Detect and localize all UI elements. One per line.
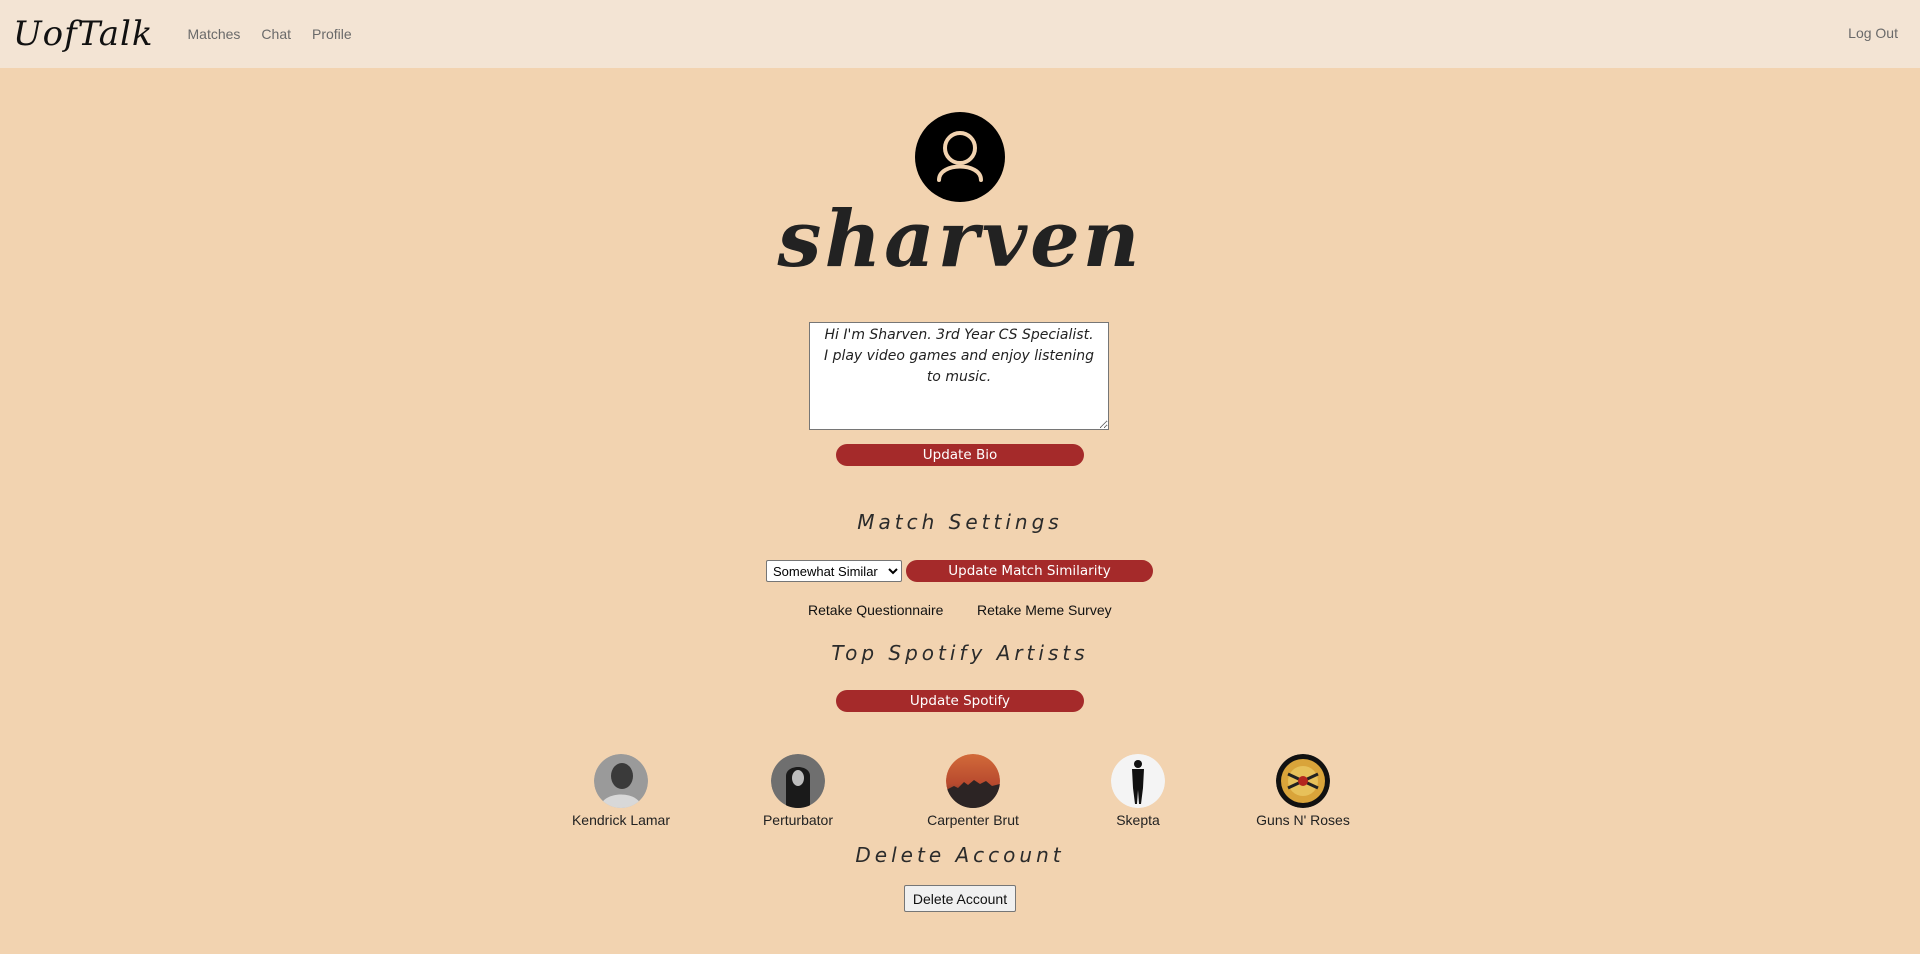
artist-name: Skepta bbox=[1116, 812, 1160, 828]
navbar: UofTalk Matches Chat Profile Log Out bbox=[0, 0, 1920, 68]
artist-card: Perturbator bbox=[728, 754, 868, 828]
artist-card: Skepta bbox=[1068, 754, 1208, 828]
match-settings-heading: Match Settings bbox=[857, 510, 1063, 534]
artist-photo bbox=[771, 754, 825, 808]
bio-textarea[interactable]: Hi I'm Sharven. 3rd Year CS Specialist. … bbox=[809, 322, 1109, 430]
artist-photo bbox=[1276, 754, 1330, 808]
artist-card: Kendrick Lamar bbox=[551, 754, 691, 828]
artist-name: Perturbator bbox=[762, 812, 834, 828]
similarity-select[interactable]: Somewhat Similar bbox=[766, 560, 902, 582]
delete-account-heading: Delete Account bbox=[855, 843, 1065, 867]
update-spotify-button[interactable]: Update Spotify bbox=[836, 690, 1084, 712]
update-bio-button[interactable]: Update Bio bbox=[836, 444, 1084, 466]
artist-photo bbox=[1111, 754, 1165, 808]
username-heading: sharven bbox=[777, 194, 1143, 285]
delete-account-button[interactable]: Delete Account bbox=[904, 885, 1016, 912]
logout-link[interactable]: Log Out bbox=[1848, 25, 1898, 41]
avatar bbox=[915, 112, 1005, 202]
spotify-heading: Top Spotify Artists bbox=[831, 641, 1089, 665]
artist-card: Carpenter Brut bbox=[903, 754, 1043, 828]
artist-name: Guns N' Roses bbox=[1256, 812, 1350, 828]
artist-name: Carpenter Brut bbox=[927, 812, 1019, 828]
artist-card: Guns N' Roses bbox=[1233, 754, 1373, 828]
artist-photo bbox=[594, 754, 648, 808]
retake-questionnaire-link[interactable]: Retake Questionnaire bbox=[808, 602, 943, 618]
nav-link-matches[interactable]: Matches bbox=[188, 26, 241, 42]
retake-meme-survey-link[interactable]: Retake Meme Survey bbox=[977, 602, 1112, 618]
artist-photo bbox=[946, 754, 1000, 808]
nav-link-profile[interactable]: Profile bbox=[312, 26, 352, 42]
update-match-similarity-button[interactable]: Update Match Similarity bbox=[906, 560, 1153, 582]
user-icon bbox=[937, 131, 983, 182]
brand-logo[interactable]: UofTalk bbox=[13, 14, 154, 54]
nav-link-chat[interactable]: Chat bbox=[261, 26, 291, 42]
artist-name: Kendrick Lamar bbox=[571, 812, 671, 828]
nav-links: Matches Chat Profile bbox=[188, 26, 352, 42]
